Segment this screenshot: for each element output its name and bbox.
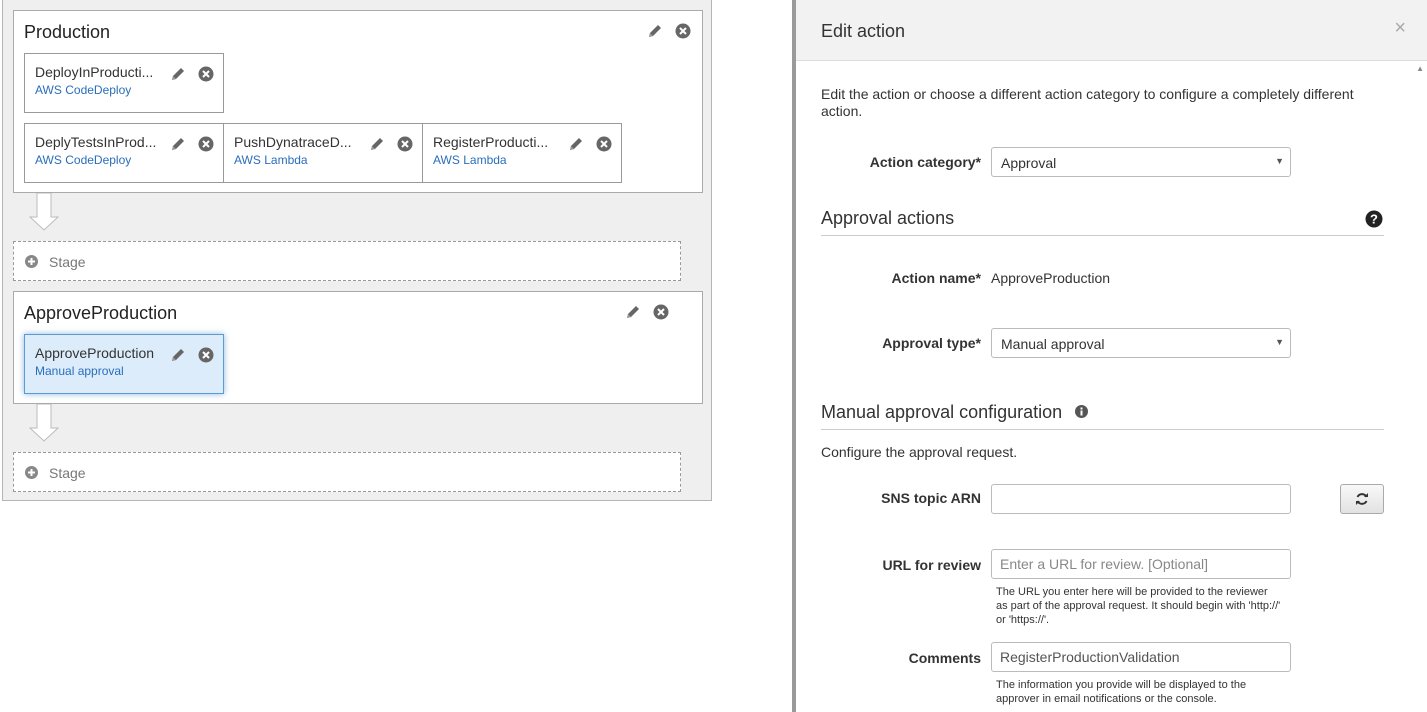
- flow-arrow-icon: [29, 404, 59, 442]
- info-icon[interactable]: [1075, 405, 1088, 418]
- approval-type-select[interactable]: Manual approval ▼: [991, 328, 1291, 358]
- url-for-review-input[interactable]: [991, 549, 1291, 579]
- stage-title: Production: [24, 22, 111, 42]
- manual-approval-config-heading: Manual approval configuration: [821, 402, 1063, 422]
- delete-action-close-icon[interactable]: [198, 347, 214, 363]
- comments-input[interactable]: [991, 642, 1291, 672]
- edit-stage-pencil-icon[interactable]: [625, 304, 641, 320]
- action-name-value: ApproveProduction: [991, 270, 1111, 286]
- panel-title: Edit action: [821, 21, 906, 41]
- url-help-text: The URL you enter here will be provided …: [996, 586, 1281, 626]
- stage-title: ApproveProduction: [24, 303, 178, 323]
- plus-circle-icon: [25, 466, 38, 479]
- action-category-select[interactable]: Approval ▼: [991, 147, 1291, 177]
- add-stage-label: Stage: [49, 465, 86, 481]
- action-name: PushDynatraceD...: [234, 134, 352, 150]
- action-card[interactable]: DeployInProducti... AWS CodeDeploy: [24, 53, 224, 113]
- edit-panel-header: Edit action ×: [796, 0, 1427, 61]
- action-provider-link[interactable]: AWS CodeDeploy: [35, 153, 131, 167]
- action-provider-link[interactable]: Manual approval: [35, 364, 124, 378]
- delete-action-close-icon[interactable]: [596, 136, 612, 152]
- edit-action-pencil-icon[interactable]: [568, 136, 584, 152]
- edit-action-pencil-icon[interactable]: [369, 136, 385, 152]
- edit-action-panel: Edit action × ▲ Edit the action or choos…: [792, 0, 1427, 712]
- dropdown-caret-icon: ▼: [1275, 337, 1284, 347]
- edit-stage-pencil-icon[interactable]: [647, 23, 663, 39]
- action-name: RegisterProducti...: [433, 134, 549, 150]
- edit-action-pencil-icon[interactable]: [170, 136, 186, 152]
- delete-stage-close-icon[interactable]: [675, 23, 691, 39]
- refresh-icon: [1356, 493, 1368, 505]
- edit-action-pencil-icon[interactable]: [170, 347, 186, 363]
- stage-production: Production DeployInProducti... AWS CodeD…: [13, 10, 703, 193]
- action-provider-link[interactable]: AWS Lambda: [433, 153, 507, 167]
- selected-value: Manual approval: [1001, 336, 1105, 352]
- action-name: DeployInProducti...: [35, 64, 154, 80]
- comments-help-text: The information you provide will be disp…: [996, 679, 1247, 705]
- pipeline-canvas: Production DeployInProducti... AWS CodeD…: [2, 0, 712, 501]
- plus-circle-icon: [25, 255, 38, 268]
- approval-type-label: Approval type*: [882, 335, 981, 351]
- dropdown-caret-icon: ▼: [1275, 156, 1284, 166]
- stage-approve-production: ApproveProduction ApproveProduction Manu…: [13, 291, 703, 404]
- close-icon[interactable]: ×: [1394, 18, 1406, 38]
- delete-action-close-icon[interactable]: [198, 66, 214, 82]
- section-divider: [821, 429, 1384, 430]
- section-divider: [821, 235, 1384, 236]
- action-provider-link[interactable]: AWS CodeDeploy: [35, 83, 131, 97]
- selected-value: Approval: [1001, 155, 1057, 171]
- sns-topic-arn-input[interactable]: [991, 484, 1291, 514]
- help-question-icon[interactable]: ?: [1365, 210, 1383, 228]
- flow-arrow-icon: [29, 193, 59, 231]
- refresh-button[interactable]: [1340, 484, 1384, 514]
- scroll-up-arrow-icon[interactable]: ▲: [1416, 64, 1424, 73]
- delete-stage-close-icon[interactable]: [653, 304, 669, 320]
- config-intro-text: Configure the approval request.: [821, 444, 1018, 460]
- add-stage-button[interactable]: Stage: [13, 241, 681, 281]
- comments-label: Comments: [908, 650, 981, 666]
- action-provider-link[interactable]: AWS Lambda: [234, 153, 308, 167]
- delete-action-close-icon[interactable]: [198, 136, 214, 152]
- action-name: ApproveProduction: [35, 345, 155, 361]
- svg-text:?: ?: [1370, 212, 1378, 227]
- action-name: DeplyTestsInProd...: [35, 134, 157, 150]
- intro-text: Edit the action or choose a different ac…: [821, 86, 1354, 119]
- action-category-label: Action category*: [869, 154, 981, 170]
- add-stage-label: Stage: [49, 254, 86, 270]
- action-card-selected[interactable]: ApproveProduction Manual approval: [24, 334, 224, 394]
- url-for-review-label: URL for review: [882, 557, 981, 573]
- sns-topic-arn-label: SNS topic ARN: [881, 490, 981, 506]
- add-stage-button[interactable]: Stage: [13, 452, 681, 492]
- approval-actions-heading: Approval actions: [821, 208, 955, 228]
- delete-action-close-icon[interactable]: [397, 136, 413, 152]
- action-name-label: Action name*: [891, 270, 981, 286]
- action-card[interactable]: RegisterProducti... AWS Lambda: [422, 123, 622, 183]
- action-card[interactable]: DeplyTestsInProd... AWS CodeDeploy: [24, 123, 224, 183]
- action-card[interactable]: PushDynatraceD... AWS Lambda: [223, 123, 423, 183]
- edit-action-pencil-icon[interactable]: [170, 66, 186, 82]
